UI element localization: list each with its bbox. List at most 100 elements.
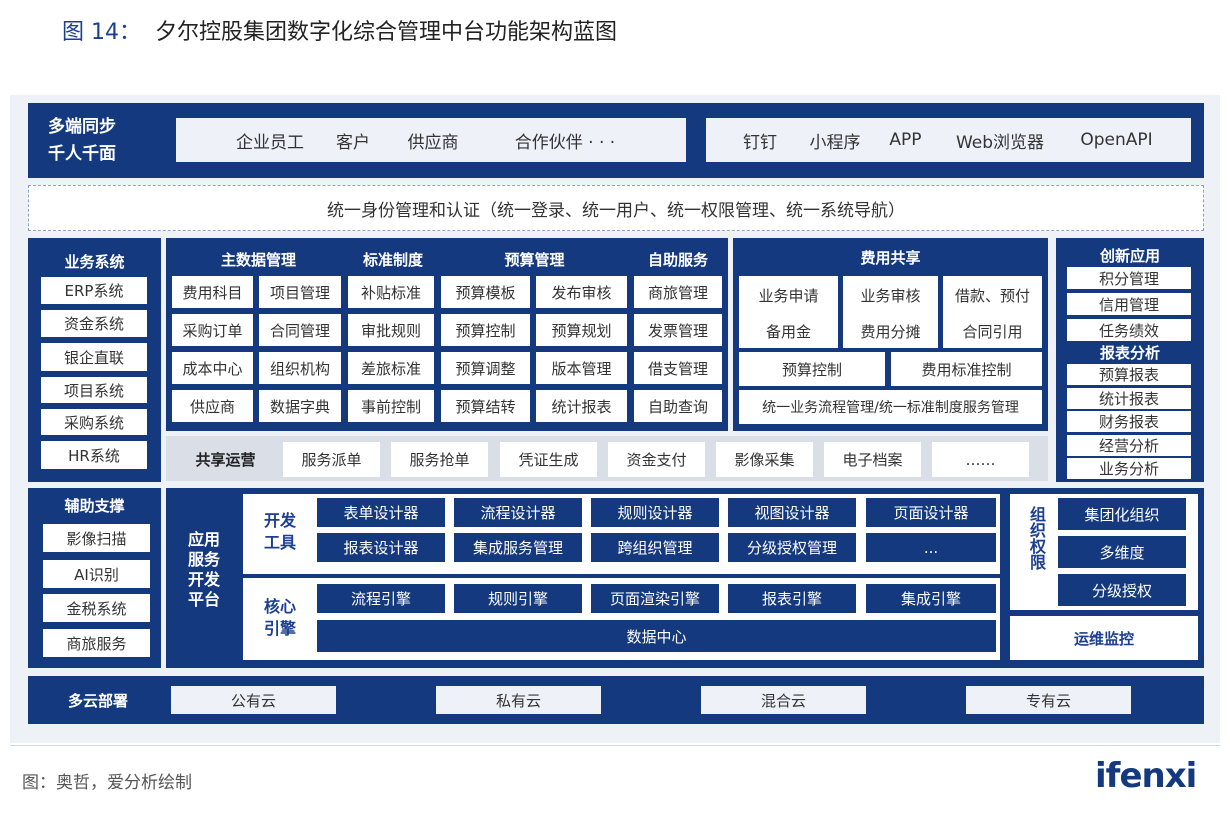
- shared-ops-item: 凭证生成: [500, 442, 597, 477]
- dev-tool: 跨组织管理: [591, 533, 719, 562]
- report-item: 预算报表: [1067, 364, 1191, 385]
- channel-item: OpenAPI: [1080, 130, 1153, 150]
- standards-header: 标准制度: [362, 250, 423, 269]
- grid-cell: 差旅标准: [348, 352, 434, 384]
- grid-cell: 成本中心: [172, 352, 253, 384]
- org-item: 集团化组织: [1058, 498, 1186, 530]
- engine-label-line: 引擎: [263, 619, 296, 638]
- grid-cell: 采购订单: [172, 314, 253, 346]
- business-item: HR系统: [41, 441, 147, 469]
- ifenxi-logo: ifenxi: [1095, 756, 1197, 796]
- dev-tool: 视图设计器: [728, 498, 856, 527]
- grid-cell: 项目管理: [259, 276, 341, 308]
- grid-cell: 发布审核: [536, 276, 627, 308]
- dev-tools-label-line: 开发: [263, 511, 296, 530]
- channel-item: Web浏览器: [955, 132, 1045, 153]
- support-title: 辅助支撑: [64, 496, 125, 515]
- org-title: 组织权限: [1027, 506, 1046, 570]
- figure-title: 图 14： 夕尔控股集团数字化综合管理中台功能架构蓝图: [62, 14, 617, 46]
- platform-title-line: 平台: [187, 590, 220, 609]
- shared-ops-item: 资金支付: [608, 442, 705, 477]
- expense-cell: 备用金: [739, 314, 838, 348]
- business-item: 资金系统: [41, 310, 147, 337]
- report-item: 经营分析: [1067, 435, 1191, 456]
- business-item: 项目系统: [41, 377, 147, 403]
- grid-cell: 商旅管理: [634, 276, 722, 308]
- shared-ops-item: 服务抢单: [391, 442, 488, 477]
- platform-title-line: 开发: [187, 570, 220, 589]
- expense-title: 费用共享: [860, 248, 921, 267]
- business-item: 采购系统: [41, 409, 147, 435]
- expense-cell: 费用标准控制: [891, 352, 1042, 386]
- cloud-item: 公有云: [171, 686, 336, 714]
- shared-ops-title: 共享运营: [195, 450, 256, 469]
- grid-cell: 合同管理: [259, 314, 341, 346]
- report-item: 业务分析: [1067, 458, 1191, 479]
- dev-tool: 页面设计器: [866, 498, 996, 527]
- grid-cell: 补贴标准: [348, 276, 434, 308]
- grid-cell: 预算结转: [441, 390, 530, 422]
- grid-cell: 预算模板: [441, 276, 530, 308]
- business-item: 银企直联: [41, 343, 147, 371]
- engine-item: 报表引擎: [728, 584, 856, 613]
- innovation-item: 信用管理: [1067, 293, 1191, 315]
- dev-tool: ...: [866, 533, 996, 562]
- dev-tool: 集成服务管理: [454, 533, 582, 562]
- grid-cell: 借支管理: [634, 352, 722, 384]
- expense-cell: 预算控制: [739, 352, 885, 386]
- innovation-item: 积分管理: [1067, 267, 1191, 289]
- dev-tool: 流程设计器: [454, 498, 582, 527]
- expense-cell: 借款、预付: [943, 276, 1042, 314]
- footer-divider: [10, 745, 1220, 746]
- grid-cell: 预算规划: [536, 314, 627, 346]
- grid-cell: 自助查询: [634, 390, 722, 422]
- expense-cell: 业务审核: [843, 276, 938, 314]
- report-title: 报表分析: [1099, 343, 1160, 362]
- source-note: 图：奥哲，爱分析绘制: [22, 773, 192, 793]
- dev-tool: 规则设计器: [591, 498, 719, 527]
- grid-cell: 版本管理: [536, 352, 627, 384]
- expense-cell: 合同引用: [943, 314, 1042, 348]
- figure-title-text: 夕尔控股集团数字化综合管理中台功能架构蓝图: [155, 20, 618, 45]
- report-item: 财务报表: [1067, 411, 1191, 432]
- identity-bar: 统一身份管理和认证（统一登录、统一用户、统一权限管理、统一系统导航）: [28, 185, 1204, 231]
- dev-tools-label: 开发 工具: [253, 510, 307, 554]
- business-item: ERP系统: [41, 277, 147, 304]
- user-item: 供应商: [407, 132, 459, 153]
- support-item: 商旅服务: [43, 629, 150, 657]
- grid-cell: 发票管理: [634, 314, 722, 346]
- engine-item: 流程引擎: [317, 584, 445, 613]
- channel-item: 钉钉: [743, 132, 777, 153]
- innovation-item: 任务绩效: [1067, 319, 1191, 341]
- engine-item: 集成引擎: [866, 584, 996, 613]
- dev-tools-label-line: 工具: [263, 533, 296, 552]
- engine-item: 页面渲染引擎: [591, 584, 719, 613]
- master-header: 主数据管理: [220, 250, 296, 269]
- grid-cell: 费用科目: [172, 276, 253, 308]
- data-center: 数据中心: [317, 620, 996, 652]
- report-item: 统计报表: [1067, 388, 1191, 409]
- dev-tool: 报表设计器: [317, 533, 445, 562]
- support-item: 影像扫描: [43, 524, 150, 552]
- grid-cell: 统计报表: [536, 390, 627, 422]
- budget-header: 预算管理: [504, 250, 565, 269]
- grid-cell: 组织机构: [259, 352, 341, 384]
- dev-tool: 表单设计器: [317, 498, 445, 527]
- cloud-title: 多云部署: [67, 691, 128, 710]
- grid-cell: 供应商: [172, 390, 253, 422]
- expense-cell: 费用分摊: [843, 314, 938, 348]
- engine-label: 核心 引擎: [253, 596, 307, 640]
- grid-cell: 预算调整: [441, 352, 530, 384]
- engine-label-line: 核心: [263, 597, 296, 616]
- shared-ops-item: 电子档案: [824, 442, 921, 477]
- top-label-line1: 多端同步: [48, 117, 116, 137]
- expense-cell: 业务申请: [739, 276, 838, 314]
- ops-monitor: 运维监控: [1010, 616, 1198, 660]
- grid-cell: 预算控制: [441, 314, 530, 346]
- business-title: 业务系统: [64, 252, 125, 271]
- cloud-item: 私有云: [436, 686, 601, 714]
- top-label: 多端同步 千人千面: [48, 114, 116, 168]
- top-label-line2: 千人千面: [48, 144, 116, 164]
- cloud-item: 专有云: [966, 686, 1131, 714]
- user-item: 合作伙伴 · · ·: [514, 132, 616, 153]
